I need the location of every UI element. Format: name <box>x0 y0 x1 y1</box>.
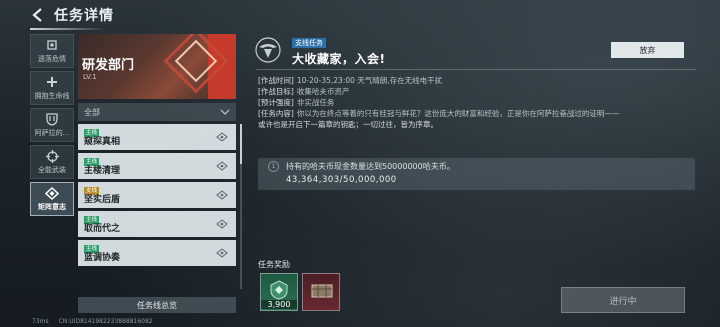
nav-item-matrix-will[interactable]: 矩阵意志 <box>30 182 74 216</box>
status-footer: 73ms CN:UID8141982233888816082 <box>32 318 153 325</box>
quest-condition: 1 持有的哈夫币现金数量达到50000000哈夫币。 43,364,303/50… <box>258 158 695 190</box>
quest-tag: 支线 <box>84 187 100 195</box>
list-scroll-thumb[interactable] <box>240 124 242 164</box>
quest-info: [作战时间] 10-20-35,23:00 天气晴朗,存在无线电干扰 [作战目标]… <box>258 75 698 130</box>
quest-name: 主楼清理 <box>84 166 121 176</box>
info-key: [作战目标] <box>258 87 294 96</box>
divider <box>256 69 696 70</box>
reward-quantity: 3,900 <box>261 300 297 309</box>
player-uid: CN:UID8141982233888816082 <box>58 318 153 325</box>
quest-title: 大收藏家，入会! <box>292 52 386 66</box>
nav-item-armament[interactable]: 全能武装 <box>30 145 74 179</box>
filter-label: 全部 <box>84 107 100 117</box>
quest-tag: 主线 <box>84 216 100 224</box>
department-name: 研发部门 <box>82 58 135 73</box>
quest-item[interactable]: 主线 窥探真相 <box>78 124 236 150</box>
info-row-continued: 或许也是开启下一篇章的钥匙；一切过往，皆为序章。 <box>258 120 438 129</box>
quest-item[interactable]: 主线 主楼清理 <box>78 153 236 179</box>
info-key: [作战时间] <box>258 76 294 85</box>
info-value: 非实战任务 <box>296 98 335 107</box>
abandon-button[interactable]: 放弃 <box>611 42 684 58</box>
track-icon[interactable] <box>216 161 228 174</box>
diamond-icon <box>45 186 59 200</box>
info-value: 10-20-35,23:00 天气晴朗,存在无线电干扰 <box>296 76 443 85</box>
cube-icon <box>46 39 58 52</box>
track-icon[interactable] <box>216 132 228 145</box>
condition-index: 1 <box>268 161 279 172</box>
nav-label: 全能武装 <box>38 165 66 174</box>
quest-name: 窥探真相 <box>84 137 121 147</box>
back-arrow-icon[interactable] <box>28 5 48 25</box>
chevron-down-icon <box>220 107 230 118</box>
quest-tag: 主线 <box>84 245 100 253</box>
info-row: [任务内容] 你以为在终点等着的只有桂冠与鲜花？这份庞大的财富和经验，正是你在阿萨… <box>258 108 698 119</box>
track-icon[interactable] <box>216 248 228 261</box>
reward-title: 任务奖励 <box>258 260 290 269</box>
in-progress-status-button[interactable]: 进行中 <box>561 287 685 313</box>
condition-progress: 43,364,303/50,000,000 <box>286 175 397 185</box>
nav-label: 拥抱生命线 <box>34 91 70 100</box>
nav-item-lost-danger[interactable]: 遗落危情 <box>30 34 74 68</box>
page-title: 任务详情 <box>54 8 114 24</box>
crate-icon <box>311 280 333 303</box>
quest-name: 蓝调协奏 <box>84 253 121 263</box>
side-nav: 遗落危情 拥抱生命线 阿萨拉的... 全能武装 矩阵意志 <box>30 34 74 219</box>
quest-item[interactable]: 主线 取而代之 <box>78 211 236 237</box>
top-bar: 任务详情 <box>0 0 720 30</box>
track-icon[interactable] <box>216 219 228 232</box>
quest-tag: 主线 <box>84 129 100 137</box>
department-card[interactable]: 研发部门 LV.1 <box>78 34 236 99</box>
info-key: [任务内容] <box>258 109 294 118</box>
info-value: 你以为在终点等着的只有桂冠与鲜花？这份庞大的财富和经验，正是你在阿萨拉奋战过的证… <box>296 109 620 118</box>
nav-label: 遗落危情 <box>38 54 66 63</box>
reward-item[interactable]: 3,900 <box>260 273 298 311</box>
shield-icon <box>46 112 58 126</box>
crosshair-icon <box>45 149 59 163</box>
info-row: [作战目标] 收集哈夫币资产 <box>258 86 698 97</box>
quest-type-tag: 支线任务 <box>292 38 326 48</box>
info-row: [作战时间] 10-20-35,23:00 天气晴朗,存在无线电干扰 <box>258 75 698 86</box>
department-level: LV.1 <box>83 73 97 81</box>
track-icon[interactable] <box>216 190 228 203</box>
nav-item-asala[interactable]: 阿萨拉的... <box>30 108 74 142</box>
eagle-emblem-icon <box>255 37 281 63</box>
quest-item[interactable]: 支线 坚实后盾 <box>78 182 236 208</box>
plus-icon <box>46 76 58 89</box>
condition-text: 持有的哈夫币现金数量达到50000000哈夫币。 <box>286 162 455 171</box>
info-key: [预计强度] <box>258 98 294 107</box>
quest-item[interactable]: 主线 蓝调协奏 <box>78 240 236 266</box>
quest-filter-dropdown[interactable]: 全部 <box>78 103 236 121</box>
quest-tag: 主线 <box>84 158 100 166</box>
info-row: [预计强度] 非实战任务 <box>258 97 698 108</box>
quest-name: 取而代之 <box>84 224 121 234</box>
ping-readout: 73ms <box>32 318 49 325</box>
title-underline <box>30 28 105 30</box>
nav-label: 矩阵意志 <box>38 202 66 211</box>
reward-item[interactable] <box>302 273 340 311</box>
nav-label: 阿萨拉的... <box>34 128 70 137</box>
info-value: 收集哈夫币资产 <box>296 87 350 96</box>
quest-name: 坚实后盾 <box>84 195 121 205</box>
questline-overview-button[interactable]: 任务线总览 <box>78 297 236 313</box>
nav-item-lifeline[interactable]: 拥抱生命线 <box>30 71 74 105</box>
quest-list: 主线 窥探真相 主线 主楼清理 支线 坚实后盾 主线 取而代之 主线 蓝调协奏 <box>78 124 236 269</box>
